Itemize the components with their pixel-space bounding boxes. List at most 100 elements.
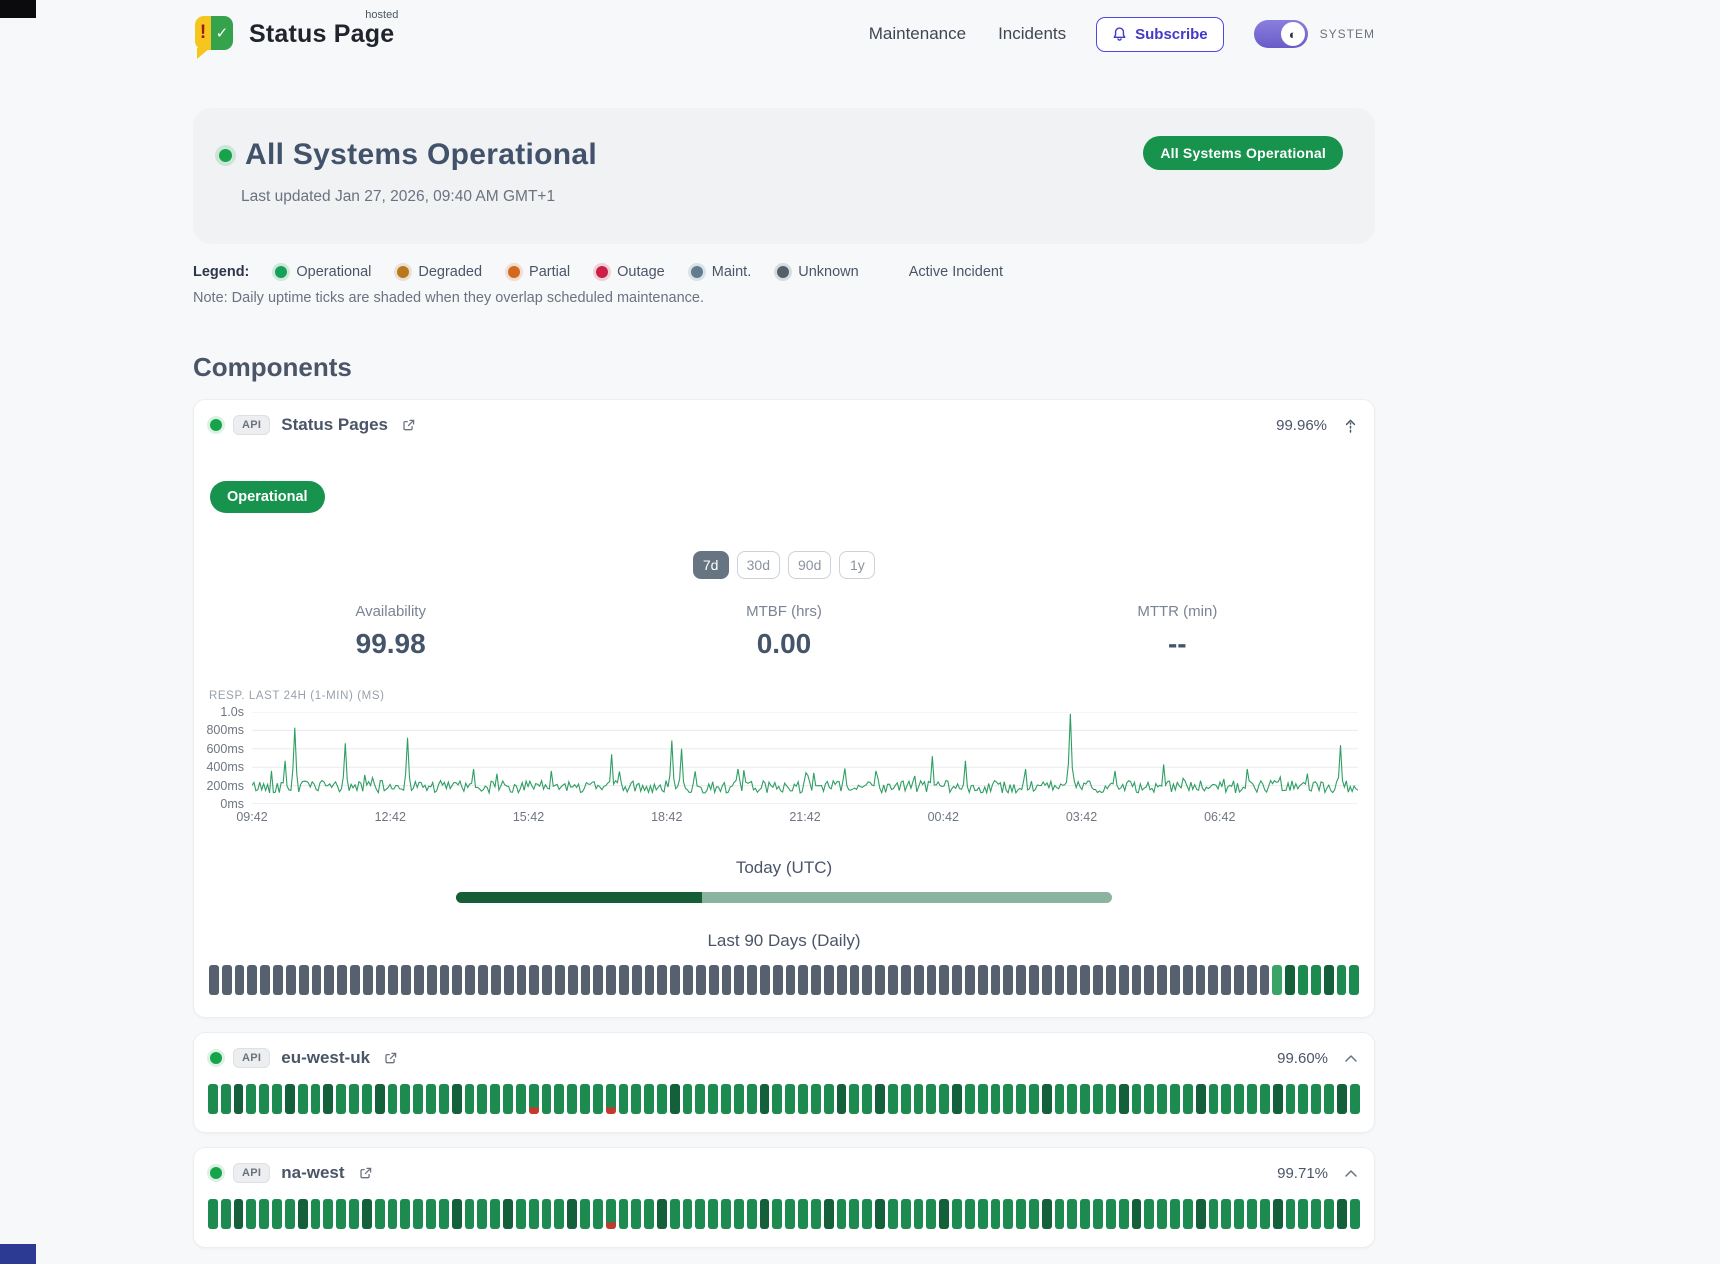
x-tick-label: 21:42 — [789, 810, 820, 824]
uptime-tick — [1221, 1084, 1231, 1114]
legend-item-label: Partial — [529, 264, 570, 280]
component-uptime: 99.60% — [1277, 1050, 1328, 1067]
uptime-tick — [991, 1199, 1001, 1229]
uptime-tick — [952, 1199, 962, 1229]
x-tick-label: 09:42 — [236, 810, 267, 824]
component-status-badge: Operational — [210, 481, 325, 513]
range-button-7d[interactable]: 7d — [693, 551, 729, 579]
legend-item-operational: Operational — [275, 264, 371, 280]
component-card-status-pages: API Status Pages 99.96% Operational 7d 30… — [193, 399, 1375, 1018]
uptime-tick — [285, 1199, 295, 1229]
uptime-tick — [465, 1199, 475, 1229]
uptime-tick — [862, 965, 872, 995]
component-name: eu-west-uk — [281, 1048, 370, 1068]
nav-item-maintenance[interactable]: Maintenance — [869, 24, 966, 44]
uptime-tick — [580, 1199, 590, 1229]
uptime-tick — [1311, 1199, 1321, 1229]
uptime-tick — [1209, 1199, 1219, 1229]
logo-bubble: ! ✓ — [195, 16, 233, 50]
uptime-tick — [491, 965, 501, 995]
nav-item-incidents[interactable]: Incidents — [998, 24, 1066, 44]
uptime-tick — [952, 965, 962, 995]
uptime-tick — [734, 1084, 744, 1114]
uptime-tick — [875, 965, 885, 995]
uptime-tick — [1016, 1084, 1026, 1114]
component-card-eu-west-uk: API eu-west-uk 99.60% — [193, 1032, 1375, 1133]
uptime-tick — [1055, 1084, 1065, 1114]
legend-dot — [777, 266, 789, 278]
uptime-tick — [619, 1199, 629, 1229]
uptime-tick — [901, 965, 911, 995]
uptime-tick — [722, 965, 732, 995]
theme-toggle[interactable]: ◐ — [1254, 20, 1308, 48]
uptime-tick — [1042, 1199, 1052, 1229]
uptime-tick — [1324, 1199, 1334, 1229]
uptime-tick — [208, 1199, 218, 1229]
uptime-tick — [542, 965, 552, 995]
expand-button[interactable] — [1344, 1169, 1358, 1178]
uptime-tick — [1132, 1199, 1142, 1229]
component-header[interactable]: API Status Pages 99.96% — [194, 400, 1374, 447]
uptime-tick — [465, 1084, 475, 1114]
uptime-tick — [554, 1199, 564, 1229]
uptime-tick — [1170, 1084, 1180, 1114]
uptime-tick — [581, 965, 591, 995]
range-button-90d[interactable]: 90d — [788, 551, 831, 579]
uptime-tick — [1324, 965, 1334, 995]
brand-logo[interactable]: ! ✓ hosted Status Page — [193, 13, 394, 55]
uptime-tick — [1247, 1084, 1257, 1114]
uptime-tick — [965, 1084, 975, 1114]
uptime-tick — [439, 1084, 449, 1114]
range-selector: 7d 30d 90d 1y — [194, 551, 1374, 579]
uptime-tick — [568, 965, 578, 995]
component-status-dot — [210, 1167, 222, 1179]
range-button-1y[interactable]: 1y — [839, 551, 875, 579]
uptime-tick — [1029, 1084, 1039, 1114]
overall-status-badge: All Systems Operational — [1143, 136, 1343, 170]
uptime-tick — [747, 1084, 757, 1114]
uptime-tick — [1106, 1199, 1116, 1229]
uptime-tick — [619, 1084, 629, 1114]
uptime-tick — [554, 1084, 564, 1114]
uptime-tick — [1119, 1199, 1129, 1229]
uptime-tick — [824, 965, 834, 995]
external-link-icon[interactable] — [358, 1166, 373, 1181]
uptime-tick — [259, 1199, 269, 1229]
legend-item-label: Maint. — [712, 264, 752, 280]
daily-uptime-ticks — [194, 951, 1374, 1017]
expand-button[interactable] — [1344, 1054, 1358, 1063]
collapse-button[interactable] — [1343, 417, 1358, 434]
theme-control: ◐ SYSTEM — [1254, 20, 1375, 48]
daily-uptime-ticks — [194, 1080, 1374, 1132]
y-tick-label: 400ms — [206, 760, 244, 774]
uptime-tick — [1003, 965, 1013, 995]
uptime-tick — [465, 965, 475, 995]
subscribe-button[interactable]: Subscribe — [1096, 17, 1224, 52]
uptime-tick — [247, 965, 257, 995]
external-link-icon[interactable] — [401, 418, 416, 433]
uptime-tick — [862, 1199, 872, 1229]
uptime-tick — [234, 1084, 244, 1114]
uptime-tick — [1350, 1084, 1360, 1114]
screen-artifact-top — [0, 0, 36, 18]
uptime-tick — [273, 965, 283, 995]
uptime-tick — [695, 1084, 705, 1114]
subscribe-label: Subscribe — [1135, 26, 1208, 43]
response-chart: RESP. LAST 24H (1-MIN) (MS) 1.0s800ms600… — [208, 690, 1358, 832]
uptime-tick — [324, 965, 334, 995]
uptime-tick — [644, 1199, 654, 1229]
external-link-icon[interactable] — [383, 1051, 398, 1066]
uptime-tick — [747, 1199, 757, 1229]
uptime-tick — [400, 1084, 410, 1114]
uptime-tick — [478, 965, 488, 995]
uptime-tick — [477, 1199, 487, 1229]
component-header[interactable]: API eu-west-uk 99.60% — [194, 1033, 1374, 1080]
component-header[interactable]: API na-west 99.71% — [194, 1148, 1374, 1195]
uptime-tick — [1311, 1084, 1321, 1114]
uptime-tick — [811, 965, 821, 995]
uptime-tick — [914, 965, 924, 995]
uptime-tick — [388, 965, 398, 995]
uptime-tick — [311, 1084, 321, 1114]
x-tick-label: 00:42 — [928, 810, 959, 824]
range-button-30d[interactable]: 30d — [737, 551, 780, 579]
